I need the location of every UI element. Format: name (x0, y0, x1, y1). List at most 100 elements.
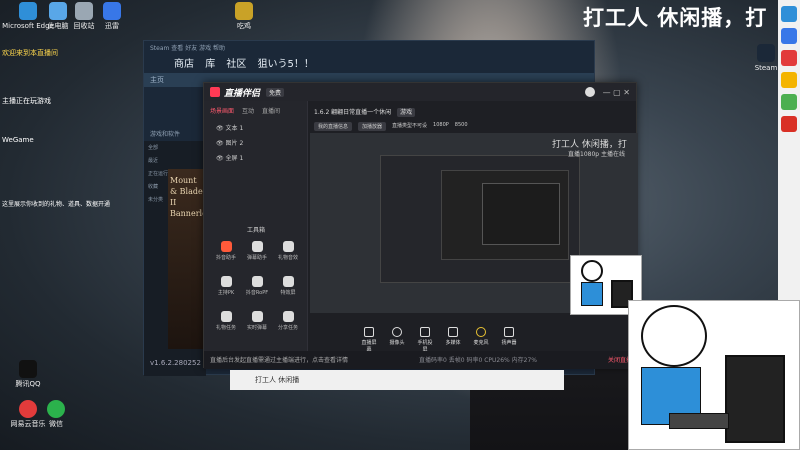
control-label: 摄像头 (389, 340, 405, 346)
bitrate: 8500 (454, 122, 468, 128)
tool-label: 主持PK (217, 290, 235, 296)
tool-button[interactable]: 分享任务 (272, 311, 304, 331)
desktop-note-2: 主播正在玩游戏 (2, 97, 51, 105)
scene-item[interactable]: 👁 全屏 1 (204, 150, 307, 165)
add-player-button[interactable]: 加播放器 (358, 122, 387, 131)
steam-nav-library[interactable]: 库 (205, 59, 215, 70)
app-icon[interactable] (781, 72, 797, 88)
steam-icon (757, 44, 775, 62)
speaker-button[interactable]: 扬声器 (500, 327, 518, 346)
scene-item-label: 图片 2 (225, 140, 244, 147)
control-label: 扬声器 (501, 340, 517, 346)
tool-label: 抖音助手 (215, 255, 236, 261)
stickman-monitor (725, 355, 785, 443)
mic-button[interactable]: 麦克风 (472, 327, 490, 346)
avatar[interactable] (584, 87, 595, 97)
nested-preview-2 (441, 170, 569, 260)
screen-capture-button[interactable]: 直播屏幕 (360, 327, 378, 353)
stickman-head (581, 260, 603, 282)
window-controls-icon[interactable]: — ▢ ✕ (603, 88, 630, 97)
media-icon (448, 327, 458, 337)
steam-side-item[interactable]: 最近 (144, 154, 206, 167)
footer-tip[interactable]: 直播后台发起直播需通过主播端进行，点击查看详情 (210, 355, 348, 365)
app-icon[interactable] (781, 116, 797, 132)
desktop-icon-qq[interactable]: 腾讯QQ (0, 360, 56, 389)
tool-button[interactable]: 抖音RoPF (241, 276, 273, 296)
stream-settings-row: 我的直播信息 加播放器 直播类型不可设 1080P 8500 (310, 122, 638, 131)
wechat-icon (47, 400, 65, 418)
stickman-large (628, 300, 800, 450)
steam-nav-store[interactable]: 商店 (174, 59, 194, 70)
desktop-icon-label: Steam (754, 64, 778, 72)
desktop-icon-label: 腾讯QQ (15, 380, 41, 388)
tool-icon (282, 276, 294, 287)
my-info-button[interactable]: 我的直播信息 (314, 122, 353, 131)
footer-stats: 直播码率0 丢帧0 码率0 CPU26% 内存27% (419, 357, 537, 364)
scene-item[interactable]: 👁 文本 1 (204, 120, 307, 135)
steam-nav-user[interactable]: 狙いう5！！ (258, 59, 314, 70)
desktop-icon-label: 吃鸡 (237, 22, 251, 30)
category-tag[interactable]: 游戏 (397, 108, 416, 117)
tool-label: 实时弹幕 (246, 325, 267, 331)
tool-label: 特效屏 (280, 290, 296, 296)
desktop-note-wegame[interactable]: WeGame (2, 136, 34, 144)
desktop-icon-wechat[interactable]: 微信 (28, 400, 84, 429)
tool-button[interactable]: 实时弹幕 (241, 311, 273, 331)
desktop-side-note: 这里展示你收到的礼物、道具、数据开通 (2, 201, 111, 208)
tool-icon (251, 311, 263, 322)
app-icon[interactable] (781, 94, 797, 110)
scene-item-label: 全屏 1 (225, 155, 244, 162)
stream-type: 直播类型不可设 (392, 123, 428, 129)
tab-room[interactable]: 直播间 (262, 106, 280, 115)
edge-icon[interactable] (781, 6, 797, 22)
steam-game-cover[interactable]: Mount & Blade II Bannerlord (168, 169, 216, 349)
xunlei-icon (103, 2, 121, 20)
steam-side-item[interactable]: 全部 (144, 141, 206, 154)
steam-nav-community[interactable]: 社区 (226, 59, 246, 70)
tool-label: 礼物任务 (215, 325, 236, 331)
bottom-tab[interactable]: 打工人 休闲播 (230, 370, 564, 390)
resolution: 1080P (433, 122, 449, 128)
tool-label: 弹幕助手 (246, 255, 267, 261)
steam-nav: 商店 库 社区 狙いう5！！ (144, 53, 594, 71)
status-bar: 直播后台发起直播需通过主播端进行，点击查看详情 直播码率0 丢帧0 码率0 CP… (204, 351, 638, 369)
control-label: 麦克风 (473, 340, 489, 346)
tool-icon (251, 241, 263, 252)
scene-tabs: 场景画面 互动 直播间 (204, 101, 307, 120)
desktop-icon-pubg[interactable]: 吃鸡 (216, 2, 272, 31)
tool-icon (282, 241, 294, 252)
camera-icon (392, 327, 402, 337)
badge: 免费 (266, 87, 285, 97)
microphone-icon (476, 327, 486, 337)
live-companion-window: 直播伴侣 免费 — ▢ ✕ 场景画面 互动 直播间 👁 文本 1 👁 图片 2 … (203, 82, 638, 369)
stream-info-title: 1.6.2 翩翩日常直播一个休闲 (314, 109, 392, 116)
tool-button[interactable]: 弹幕助手 (241, 241, 273, 261)
game-title: Mount & Blade II Bannerlord (170, 176, 216, 218)
qq-penguin-icon (19, 360, 37, 378)
desktop-icon-label: 迅雷 (105, 22, 119, 30)
scene-item-label: 文本 1 (225, 125, 244, 132)
source-controls: 直播屏幕 摄像头 手机投屏 多媒体 麦克风 扬声器 (310, 323, 638, 353)
speaker-icon (504, 327, 514, 337)
phone-cast-button[interactable]: 手机投屏 (416, 327, 434, 353)
stickman-body (581, 282, 603, 306)
tool-button[interactable]: 礼物任务 (210, 311, 242, 331)
tool-label: 礼物音效 (277, 255, 298, 261)
app-icon[interactable] (781, 50, 797, 66)
media-button[interactable]: 多媒体 (444, 327, 462, 346)
tab-scene[interactable]: 场景画面 (210, 106, 234, 115)
tool-button[interactable]: 特效屏 (272, 276, 304, 296)
tool-button[interactable]: 抖音助手 (210, 241, 242, 261)
tool-button[interactable]: 主持PK (210, 276, 242, 296)
steam-menu-bar[interactable]: Steam 查看 好友 游戏 帮助 (144, 41, 594, 53)
browser-icon[interactable] (781, 28, 797, 44)
desktop-icon-xunlei[interactable]: 迅雷 (84, 2, 140, 31)
camera-button[interactable]: 摄像头 (388, 327, 406, 346)
tab-interact[interactable]: 互动 (242, 106, 254, 115)
stream-info: 1.6.2 翩翩日常直播一个休闲 游戏 (310, 101, 638, 122)
tool-button[interactable]: 礼物音效 (272, 241, 304, 261)
scene-panel: 场景画面 互动 直播间 👁 文本 1 👁 图片 2 👁 全屏 1 工具箱 抖音助… (204, 101, 308, 351)
tool-icon (220, 276, 232, 287)
scene-item[interactable]: 👁 图片 2 (204, 135, 307, 150)
preview-overlay-sub: 直播1080p 主播在线 (568, 151, 625, 158)
